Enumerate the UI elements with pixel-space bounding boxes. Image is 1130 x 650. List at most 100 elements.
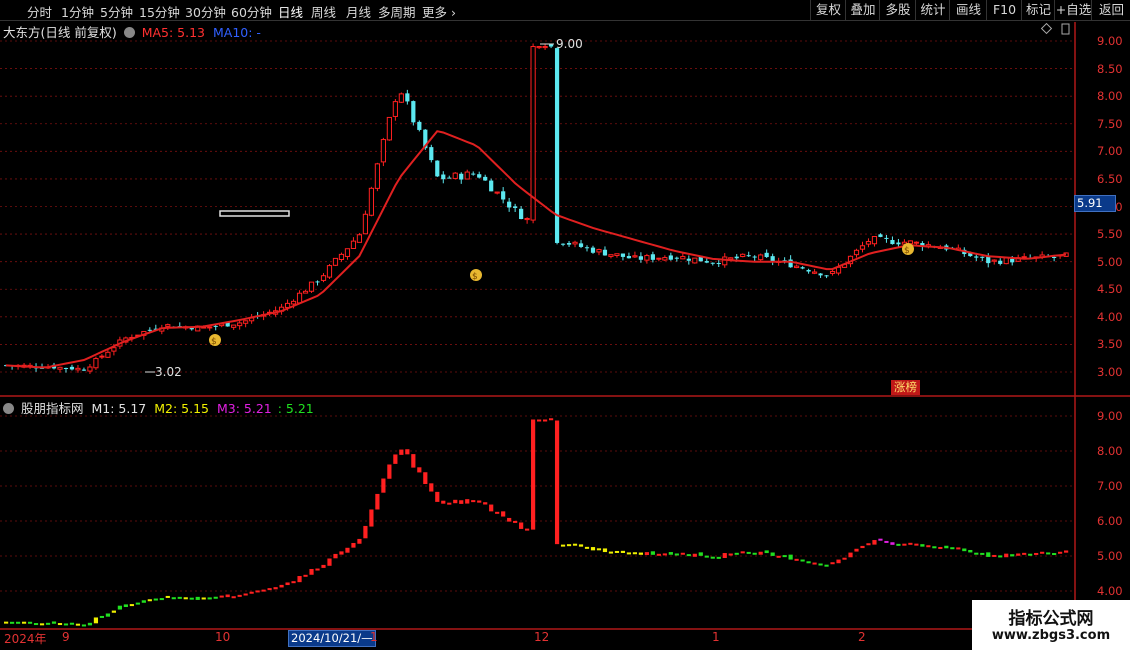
candle	[63, 367, 69, 369]
candle	[794, 265, 800, 269]
indicator-bar	[542, 419, 548, 422]
indicator-bar	[938, 546, 943, 549]
indicator-bar	[1040, 551, 1045, 554]
indicator-bar	[81, 624, 87, 627]
indicator-bar	[776, 555, 781, 558]
drawn-rectangle[interactable]	[219, 210, 290, 217]
ma5-label: MA5: 5.13	[141, 25, 206, 40]
indicator-toggle-icon[interactable]	[3, 403, 14, 414]
indicator-bar	[596, 548, 602, 551]
indicator-bar	[740, 551, 745, 554]
indicator-bar	[1010, 554, 1015, 557]
candle	[578, 243, 584, 247]
indicator-bar	[399, 449, 404, 455]
candle	[213, 325, 218, 327]
indicator-bar	[950, 547, 955, 550]
indicator-bar	[453, 499, 458, 504]
candle	[674, 257, 679, 259]
indicator-bar	[884, 540, 889, 543]
candle	[513, 206, 518, 208]
candle	[668, 255, 673, 260]
candle	[680, 256, 686, 260]
candle	[752, 256, 757, 258]
indicator-bar	[39, 623, 45, 626]
indicator-bar	[423, 472, 428, 485]
indicator-bar	[297, 576, 302, 583]
indicator-bar	[201, 597, 206, 600]
candle	[344, 248, 351, 257]
indicator-bar	[704, 555, 709, 558]
indicator-bar	[890, 542, 895, 545]
candle	[320, 275, 327, 281]
indicator-bar	[1058, 551, 1063, 554]
candle	[632, 255, 638, 258]
diamond-icon[interactable]	[1040, 22, 1053, 35]
candle	[764, 252, 769, 258]
candle	[483, 176, 488, 181]
candle	[471, 173, 476, 175]
indicator-bar	[429, 483, 434, 492]
high-marker-label: 9.00	[556, 37, 583, 51]
indicator-bar	[602, 548, 608, 553]
buy-signal-icon: $ $ $	[209, 243, 914, 347]
candle	[459, 173, 464, 180]
indicator-bar	[668, 552, 673, 555]
indicator-bar	[758, 551, 763, 555]
date-label-jan: 1	[712, 630, 720, 644]
indicator-bar	[519, 522, 524, 529]
candle	[974, 256, 979, 258]
indicator-bar	[237, 594, 242, 597]
y-tick-main: 7.00	[1097, 144, 1123, 159]
candle	[441, 174, 446, 180]
main-candles	[4, 43, 1069, 374]
indicator-bar	[746, 551, 751, 554]
indicator-bar	[243, 593, 248, 596]
indicator-bar	[698, 552, 703, 556]
candle	[728, 257, 734, 260]
indicator-bar	[141, 600, 146, 603]
m2-label: M2: 5.15	[154, 401, 209, 416]
indicator-bar	[992, 554, 997, 557]
indicator-bar	[447, 502, 452, 505]
indicator-bar	[93, 617, 99, 624]
candle	[489, 180, 494, 192]
candle	[859, 245, 866, 250]
candle	[386, 116, 392, 141]
candle	[602, 249, 608, 256]
indicator-bar	[495, 511, 500, 514]
indicator-bar	[381, 478, 386, 493]
indicator-bar	[974, 552, 979, 555]
candle	[93, 358, 99, 369]
main-panel-title: 大东方(日线 前复权) MA5: 5.13 MA10: -	[3, 22, 261, 41]
indicator-bar	[159, 598, 164, 601]
indicator-bar	[63, 623, 69, 626]
indicator-bar	[219, 595, 224, 598]
candle	[368, 187, 375, 216]
scroll-handle-icon[interactable]	[1061, 23, 1070, 35]
zhangbang-badge[interactable]: 涨榜	[891, 380, 920, 395]
indicator-bar	[818, 563, 823, 566]
candle	[374, 163, 380, 189]
indicator-bar	[363, 525, 368, 539]
candle	[477, 174, 482, 178]
indicator-bar	[69, 622, 75, 625]
candle	[417, 121, 422, 130]
indicator-bar	[291, 581, 296, 584]
candle	[704, 261, 709, 263]
indicator-bar	[626, 552, 632, 555]
indicator-bar	[231, 596, 236, 599]
settings-toggle-icon[interactable]	[123, 27, 135, 38]
candle	[75, 367, 81, 371]
date-cursor: 2024/10/21/—	[288, 630, 376, 647]
indicator-bar	[531, 419, 536, 530]
y-tick-main: 5.50	[1097, 227, 1123, 242]
current-price-box: 5.91	[1074, 195, 1116, 212]
watermark-title: 指标公式网	[1008, 609, 1094, 629]
indicator-bar	[207, 597, 212, 600]
indicator-bar	[902, 543, 907, 546]
kline-chart[interactable]: $ $ $	[0, 0, 1130, 650]
indicator-bar	[680, 552, 685, 555]
indicator-bar	[812, 562, 817, 565]
indicator-bar	[405, 449, 410, 455]
candle	[350, 240, 357, 249]
